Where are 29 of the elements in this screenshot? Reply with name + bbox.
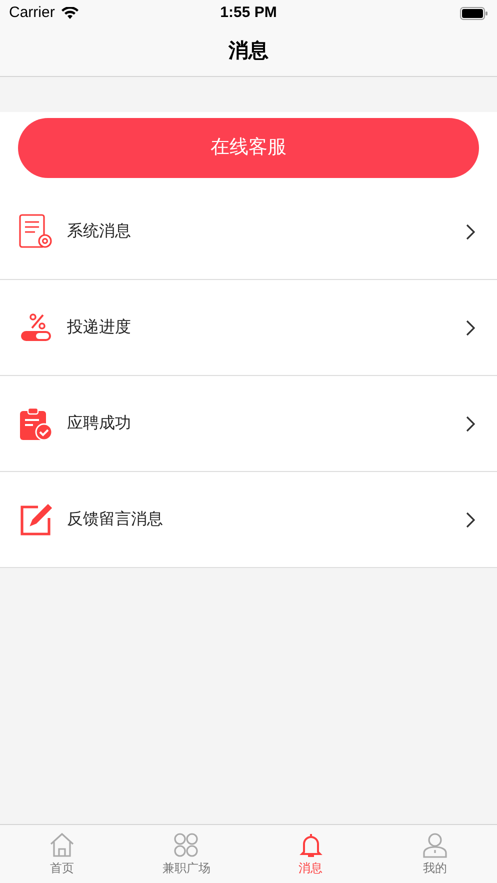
menu-label: 系统消息: [67, 222, 131, 242]
carrier-text: Carrier: [9, 2, 55, 23]
chevron-right-icon: [465, 320, 475, 336]
chevron-right-icon: [465, 224, 475, 240]
tab-item[interactable]: 消息: [248, 825, 373, 883]
document-gear-icon: [18, 214, 54, 250]
edit-icon: [18, 502, 54, 538]
clipboard-check-icon: [18, 406, 54, 442]
tab-item[interactable]: 兼职广场: [124, 825, 248, 883]
menu-row[interactable]: 系统消息: [0, 184, 497, 280]
menu-label: 反馈留言消息: [67, 510, 163, 530]
battery-icon: [460, 6, 488, 20]
nav-title: 消息: [228, 39, 268, 64]
tab-item[interactable]: 首页: [0, 825, 124, 883]
time-text: 1:55 PM: [220, 2, 277, 23]
menu-label: 投递进度: [67, 318, 131, 338]
wifi-icon: [60, 6, 79, 20]
menu-row[interactable]: 投递进度: [0, 280, 497, 376]
chevron-right-icon: [465, 416, 475, 432]
chevron-right-icon: [465, 512, 475, 528]
menu-label: 应聘成功: [67, 414, 131, 434]
tab-item[interactable]: 我的: [372, 825, 497, 883]
bell-icon: [298, 832, 324, 858]
home-icon: [49, 832, 76, 858]
grid-circles-icon: [173, 832, 200, 858]
menu-row[interactable]: 反馈留言消息: [0, 472, 497, 568]
online-service-button[interactable]: 在线客服: [18, 118, 479, 178]
menu-row[interactable]: 应聘成功: [0, 376, 497, 472]
person-icon: [422, 832, 448, 858]
